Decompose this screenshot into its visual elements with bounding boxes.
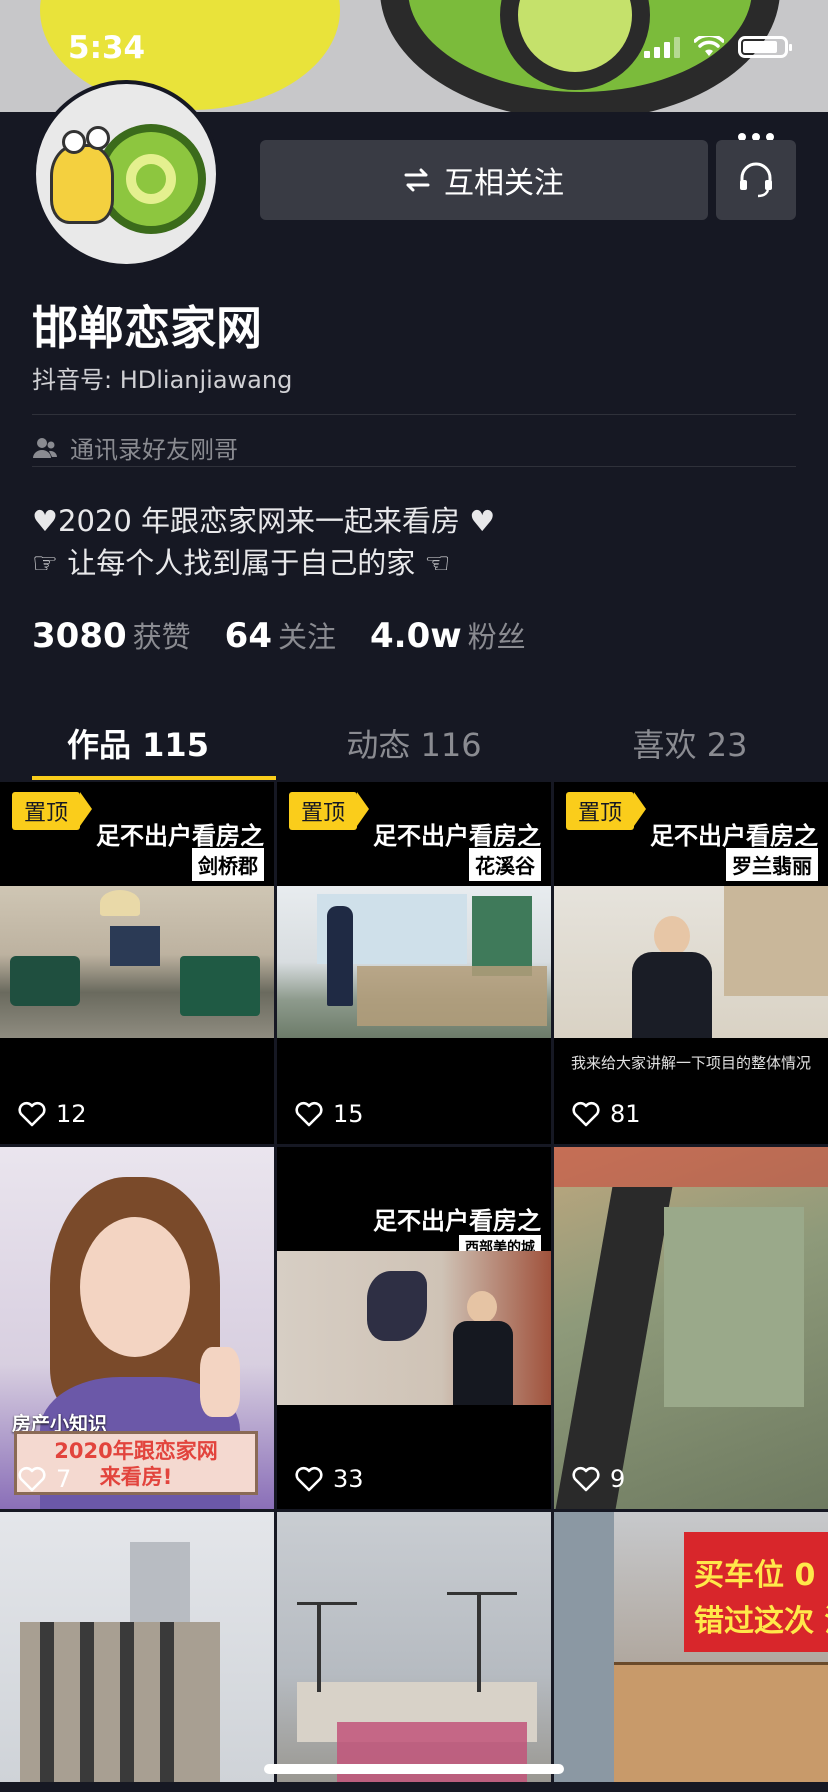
video-tag: 罗兰翡丽 <box>726 848 818 881</box>
bio-line: ♥2020 年跟恋家网来一起来看房 ♥ <box>32 504 496 538</box>
headset-icon <box>740 162 772 198</box>
swap-arrows-icon <box>404 168 430 192</box>
battery-icon <box>738 36 792 58</box>
video-photo-model <box>554 1147 828 1509</box>
mutual-follow-label: 互相关注 <box>444 166 564 201</box>
stat-followers[interactable]: 4.0w 粉丝 <box>370 614 526 656</box>
video-thumbnail[interactable] <box>0 1512 274 1782</box>
like-count: 12 <box>18 1100 87 1128</box>
stat-number: 4.0w <box>370 616 462 656</box>
stat-label: 粉丝 <box>467 620 526 654</box>
video-photo-buildings <box>0 1512 274 1782</box>
video-grid: 置顶 足不出户看房之 剑桥郡 12 置顶 足不出户看房之 花溪谷 15 置顶 足… <box>0 782 828 1782</box>
like-count-value: 9 <box>610 1465 626 1493</box>
like-count-value: 7 <box>56 1465 72 1493</box>
video-tag: 花溪谷 <box>469 848 541 881</box>
video-photo-construction <box>277 1512 551 1782</box>
mutual-follow-button[interactable]: 互相关注 <box>260 140 708 220</box>
stat-label: 关注 <box>277 620 336 654</box>
profile-tabs: 作品 115 动态 116 喜欢 23 <box>0 706 828 780</box>
video-title: 足不出户看房之 <box>373 1207 541 1235</box>
tab-liked[interactable]: 喜欢 23 <box>552 706 828 780</box>
video-title: 足不出户看房之 <box>650 822 818 850</box>
status-time: 5:34 <box>68 30 146 66</box>
profile-bio: ♥2020 年跟恋家网来一起来看房 ♥ ☞ 让每个人找到属于自己的家 ☜ <box>32 500 495 584</box>
like-count-value: 12 <box>56 1100 87 1128</box>
heart-outline-icon <box>18 1101 46 1127</box>
promo-banner-text: 买车位 0 <box>694 1558 816 1593</box>
contact-hint: 通讯录好友刚哥 <box>32 430 238 465</box>
video-tag: 剑桥郡 <box>192 848 264 881</box>
contacts-icon <box>33 437 58 458</box>
stat-number: 3080 <box>32 616 127 656</box>
like-count: 33 <box>295 1465 364 1493</box>
heart-outline-icon <box>18 1466 46 1492</box>
video-thumbnail[interactable]: 置顶 足不出户看房之 罗兰翡丽 我来给大家讲解一下项目的整体情况 81 <box>554 782 828 1144</box>
divider <box>32 466 796 467</box>
profile-stats: 3080 获赞 64 关注 4.0w 粉丝 <box>32 614 526 656</box>
video-title: 足不出户看房之 <box>373 822 541 850</box>
overlay-line: 2020年跟恋家网 <box>54 1439 218 1463</box>
heart-outline-icon <box>572 1466 600 1492</box>
video-thumbnail[interactable]: 房产小知识 2020年跟恋家网 来看房! 7 <box>0 1147 274 1509</box>
tab-moments[interactable]: 动态 116 <box>276 706 552 780</box>
heart-outline-icon <box>295 1101 323 1127</box>
stat-number: 64 <box>224 616 272 656</box>
like-count: 81 <box>572 1100 641 1128</box>
pinned-badge: 置顶 <box>12 792 93 830</box>
heart-outline-icon <box>572 1101 600 1127</box>
tab-works[interactable]: 作品 115 <box>0 706 276 780</box>
heart-outline-icon <box>295 1466 323 1492</box>
video-thumbnail[interactable]: 置顶 足不出户看房之 剑桥郡 12 <box>0 782 274 1144</box>
video-thumbnail[interactable]: 买车位 0 错过这次 没 <box>554 1512 828 1782</box>
wifi-icon <box>694 36 724 56</box>
video-photo-map-wall <box>277 1251 551 1405</box>
video-photo-presenter <box>554 886 828 1038</box>
video-photo-living-room <box>0 886 274 1038</box>
video-thumbnail[interactable]: 9 <box>554 1147 828 1509</box>
like-count-value: 81 <box>610 1100 641 1128</box>
promo-banner-text: 错过这次 没 <box>694 1604 828 1639</box>
video-thumbnail[interactable]: 足不出户看房之 西部美的城 33 <box>277 1147 551 1509</box>
stat-likes[interactable]: 3080 获赞 <box>32 614 191 656</box>
profile-uid: 抖音号: HDlianjiawang <box>32 366 293 394</box>
snail-eye <box>62 130 86 154</box>
cellular-signal-icon <box>644 36 680 58</box>
video-caption: 我来给大家讲解一下项目的整体情况 <box>570 1054 811 1072</box>
pinned-badge: 置顶 <box>289 792 370 830</box>
status-icons <box>644 36 792 58</box>
like-count: 15 <box>295 1100 364 1128</box>
avatar[interactable] <box>32 80 220 268</box>
pinned-badge: 置顶 <box>566 792 647 830</box>
divider <box>32 414 796 415</box>
stat-label: 获赞 <box>132 620 191 654</box>
stat-following[interactable]: 64 关注 <box>225 614 336 656</box>
video-photo-sand-table <box>277 886 551 1038</box>
video-title: 足不出户看房之 <box>96 822 264 850</box>
like-count-value: 15 <box>333 1100 364 1128</box>
contact-hint-text: 通讯录好友刚哥 <box>70 436 238 464</box>
snail-eye <box>86 126 110 150</box>
customer-service-button[interactable] <box>716 140 796 220</box>
video-thumbnail[interactable]: 置顶 足不出户看房之 花溪谷 15 <box>277 782 551 1144</box>
like-count: 7 <box>18 1465 71 1493</box>
home-indicator[interactable] <box>264 1764 564 1774</box>
bio-line: ☞ 让每个人找到属于自己的家 ☜ <box>32 546 451 580</box>
like-count: 9 <box>572 1465 625 1493</box>
snail-body <box>50 144 114 224</box>
like-count-value: 33 <box>333 1465 364 1493</box>
profile-name: 邯郸恋家网 <box>32 301 262 355</box>
video-thumbnail[interactable] <box>277 1512 551 1782</box>
